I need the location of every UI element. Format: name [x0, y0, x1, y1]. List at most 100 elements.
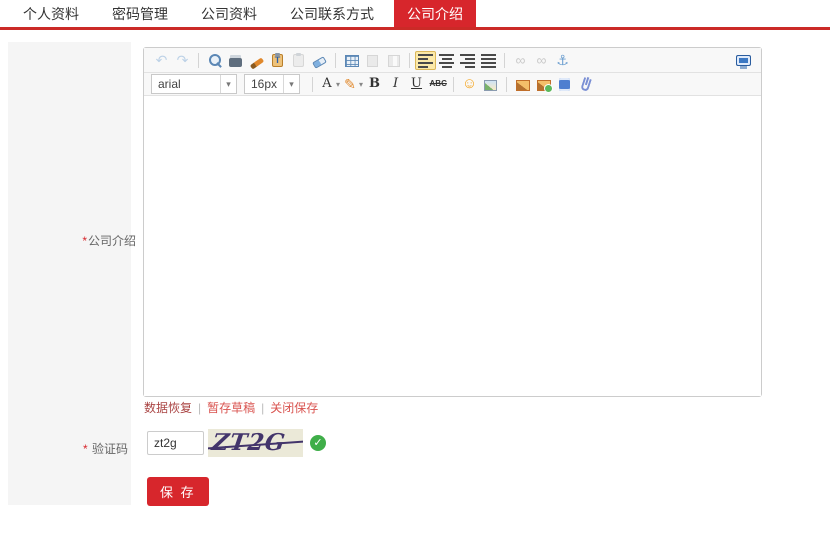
paste-icon[interactable]: [288, 51, 309, 70]
font-color-icon[interactable]: A: [318, 75, 341, 94]
image-icon[interactable]: [480, 75, 501, 94]
bold-icon[interactable]: B: [364, 75, 385, 94]
align-center-icon[interactable]: [436, 51, 457, 70]
fullscreen-icon[interactable]: [733, 51, 754, 70]
upload-image-icon: [537, 80, 551, 91]
font-family-select[interactable]: arial: [151, 74, 237, 94]
captcha-label: * 验证码: [8, 440, 136, 457]
tab-password-management[interactable]: 密码管理: [99, 0, 181, 27]
picture-icon[interactable]: [512, 75, 533, 94]
toolbar-separator: [409, 53, 410, 68]
bold-icon: B: [367, 76, 383, 92]
align-left-icon: [418, 52, 433, 68]
anchor-icon: ⚓: [555, 52, 571, 68]
delete-table-icon: [367, 55, 378, 67]
link-icon[interactable]: ∞: [510, 51, 531, 70]
tab-company-introduction[interactable]: 公司介绍: [394, 0, 476, 27]
print-icon[interactable]: [225, 51, 246, 70]
link-separator: |: [198, 401, 201, 415]
paste-word-icon: [272, 54, 283, 67]
remove-format-icon: [312, 56, 327, 69]
picture-icon: [516, 80, 530, 91]
strikethrough-icon[interactable]: ABC: [427, 75, 448, 94]
tab-personal-profile[interactable]: 个人资料: [10, 0, 92, 27]
emoticon-icon: ☺: [462, 76, 478, 92]
italic-icon: I: [388, 76, 404, 92]
split-cell-icon: [388, 55, 400, 67]
font-size-select-value: 16px: [251, 77, 283, 91]
data-recovery-link[interactable]: 数据恢复: [144, 401, 192, 415]
align-right-icon: [460, 52, 475, 68]
rich-text-editor: ↶↷ ∞ ∞ ⚓ arial 16px A ✎ BIU ABC ☺: [143, 47, 762, 397]
table-icon: [345, 55, 359, 67]
align-center-icon: [439, 52, 454, 68]
label-column: [8, 42, 131, 505]
emoticon-icon[interactable]: ☺: [459, 75, 480, 94]
font-color-icon: A: [319, 76, 335, 92]
link-separator: |: [261, 401, 264, 415]
toolbar-separator: [312, 77, 313, 92]
upload-image-icon[interactable]: [533, 75, 554, 94]
delete-table-icon[interactable]: [362, 51, 383, 70]
save-button[interactable]: 保 存: [147, 477, 209, 506]
media-icon: [559, 78, 570, 91]
highlight-color-icon: ✎: [342, 76, 358, 92]
justify-icon[interactable]: [478, 51, 499, 70]
underline-icon[interactable]: U: [406, 75, 427, 94]
align-right-icon[interactable]: [457, 51, 478, 70]
draft-links: 数据恢复 | 暂存草稿 | 关闭保存: [144, 399, 318, 416]
strikethrough-icon: ABC: [430, 76, 446, 92]
media-icon[interactable]: [554, 75, 575, 94]
toolbar-separator: [453, 77, 454, 92]
format-brush-icon[interactable]: [246, 51, 267, 70]
editor-toolbar-row1: ↶↷ ∞ ∞ ⚓: [144, 48, 761, 73]
unlink-icon: ∞: [534, 52, 550, 68]
unlink-icon[interactable]: ∞: [531, 51, 552, 70]
format-brush-icon: [249, 57, 263, 69]
redo-icon[interactable]: ↷: [172, 51, 193, 70]
tab-company-profile[interactable]: 公司资料: [188, 0, 270, 27]
font-size-select[interactable]: 16px: [244, 74, 300, 94]
remove-format-icon[interactable]: [309, 51, 330, 70]
font-family-select-value: arial: [158, 77, 220, 91]
split-cell-icon[interactable]: [383, 51, 404, 70]
anchor-icon[interactable]: ⚓: [552, 51, 573, 70]
tab-company-contact[interactable]: 公司联系方式: [277, 0, 387, 27]
underline-icon: U: [409, 76, 425, 92]
tab-bar: 个人资料 密码管理 公司资料 公司联系方式 公司介绍: [0, 0, 830, 30]
undo-icon[interactable]: ↶: [151, 51, 172, 70]
captcha-label-text: 验证码: [92, 442, 128, 456]
captcha-image-text: ZT2G: [210, 429, 287, 457]
toolbar-separator: [335, 53, 336, 68]
highlight-color-icon[interactable]: ✎: [341, 75, 364, 94]
editor-toolbar-row2: arial 16px A ✎ BIU ABC ☺: [144, 73, 761, 96]
print-icon: [229, 58, 242, 67]
fullscreen-icon: [736, 55, 751, 66]
align-left-icon[interactable]: [415, 51, 436, 70]
justify-icon: [481, 52, 496, 68]
attachment-icon: [580, 77, 592, 92]
toolbar-separator: [506, 77, 507, 92]
attachment-icon[interactable]: [575, 75, 596, 94]
required-asterisk: *: [82, 234, 87, 248]
link-icon: ∞: [513, 52, 529, 68]
close-save-link[interactable]: 关闭保存: [270, 401, 318, 415]
toolbar-separator: [504, 53, 505, 68]
save-draft-link[interactable]: 暂存草稿: [207, 401, 255, 415]
dropdown-arrow-icon: [220, 75, 236, 93]
undo-icon: ↶: [154, 52, 170, 68]
table-icon[interactable]: [341, 51, 362, 70]
image-icon: [484, 80, 497, 91]
paste-word-icon[interactable]: [267, 51, 288, 70]
dropdown-arrow-icon: [283, 75, 299, 93]
captcha-input[interactable]: [147, 431, 204, 455]
italic-icon[interactable]: I: [385, 75, 406, 94]
captcha-image[interactable]: ZT2G: [208, 429, 303, 457]
toolbar-separator: [198, 53, 199, 68]
preview-icon: [208, 53, 222, 67]
company-introduction-label: *公司介绍: [8, 232, 136, 249]
paste-icon: [293, 54, 304, 67]
captcha-valid-check-icon: ✓: [310, 435, 326, 451]
preview-icon[interactable]: [204, 51, 225, 70]
editor-content-area[interactable]: [144, 96, 761, 396]
